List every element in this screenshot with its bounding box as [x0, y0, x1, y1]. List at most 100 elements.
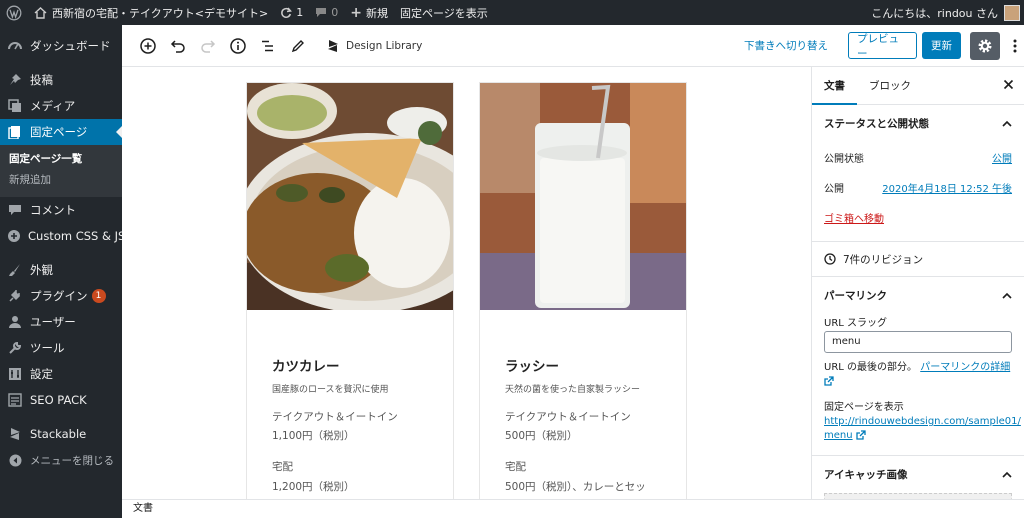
card-line[interactable]: テイクアウト＆イートイン	[272, 409, 398, 424]
new-content-link[interactable]: + 新規	[344, 0, 394, 25]
publish-date-link[interactable]: 2020年4月18日 12:52 午後	[882, 180, 1012, 195]
card-title[interactable]: ラッシー	[505, 355, 559, 375]
permalink-detail-link[interactable]: パーマリンクの詳細	[920, 362, 1010, 373]
plus-icon: +	[350, 4, 362, 21]
design-library-button[interactable]: Design Library	[327, 39, 422, 53]
more-options-icon[interactable]	[1006, 39, 1024, 53]
home-icon	[34, 6, 47, 19]
lassi-photo	[480, 83, 686, 310]
settings-toggle-button[interactable]	[970, 31, 1000, 60]
admin-sidebar: ダッシュボード 投稿 メディア 固定ページ 固定ページ一覧 新規追加 コメント …	[0, 25, 126, 518]
tab-block[interactable]: ブロック	[857, 67, 923, 105]
comments-link[interactable]: 0	[309, 0, 344, 25]
page-url-link-tail[interactable]: menu	[824, 430, 853, 441]
card-line[interactable]: 1,200円（税別）	[272, 479, 355, 494]
permalink-panel-header[interactable]: パーマリンク	[812, 277, 1024, 314]
avatar[interactable]	[1004, 4, 1020, 21]
menu-label: ツール	[30, 341, 65, 355]
menu-appearance[interactable]: 外観	[0, 257, 122, 283]
new-label: 新規	[365, 6, 388, 20]
switch-to-draft-button[interactable]: 下書きへ切り替え	[744, 38, 828, 53]
page-url: http://rindouwebdesign.com/sample01/ men…	[812, 415, 1024, 443]
menu-label: SEO PACK	[30, 393, 87, 407]
menu-plugins[interactable]: プラグイン 1	[0, 283, 122, 309]
status-panel-header[interactable]: ステータスと公開状態	[812, 105, 1024, 142]
updates-link[interactable]: 1	[274, 0, 309, 25]
updates-icon	[280, 7, 293, 19]
menu-label: プラグイン	[30, 289, 88, 303]
page-url-link[interactable]: http://rindouwebdesign.com/sample01/	[824, 416, 1021, 427]
close-icon[interactable]	[1003, 79, 1014, 90]
move-to-trash-link[interactable]: ゴミ箱へ移動	[824, 210, 884, 225]
menu-settings[interactable]: 設定	[0, 361, 122, 387]
site-name-link[interactable]: 西新宿の宅配・テイクアウト<デモサイト>	[28, 0, 274, 25]
view-page-label: 固定ページを表示	[399, 6, 488, 20]
card-title[interactable]: カツカレー	[272, 355, 340, 375]
redo-icon[interactable]	[193, 31, 223, 61]
add-block-icon[interactable]	[133, 31, 163, 61]
menu-comments[interactable]: コメント	[0, 197, 122, 223]
menu-stackable[interactable]: Stackable	[0, 421, 122, 447]
external-link-icon[interactable]	[856, 430, 866, 440]
card-description[interactable]: 国産豚のロースを贅沢に使用	[272, 382, 389, 395]
featured-image-panel-header[interactable]: アイキャッチ画像	[812, 456, 1024, 493]
menu-label: Custom CSS & JS	[28, 229, 126, 243]
menu-collapse[interactable]: メニューを閉じる	[0, 447, 122, 473]
greeting[interactable]: こんにちは、rindou さん	[871, 5, 998, 21]
comment-bubble-icon	[315, 7, 327, 18]
url-note-text: URL の最後の部分。	[824, 362, 918, 373]
menu-users[interactable]: ユーザー	[0, 309, 122, 335]
wordpress-logo-icon[interactable]	[0, 0, 28, 25]
menu-custom-css-js[interactable]: Custom CSS & JS	[0, 223, 126, 249]
settings-tabs: 文書 ブロック	[812, 67, 1024, 105]
menu-label: 設定	[30, 367, 53, 381]
curry-photo	[247, 83, 453, 310]
card-line[interactable]: 1,100円（税別）	[272, 428, 355, 443]
info-icon[interactable]	[223, 31, 253, 61]
page-icon	[7, 124, 23, 140]
settings-icon	[7, 366, 23, 382]
revisions-label: 7件のリビジョン	[843, 253, 924, 266]
brush-icon	[7, 262, 23, 278]
collapse-icon	[7, 452, 23, 468]
url-slug-input[interactable]: menu	[824, 331, 1012, 353]
menu-posts[interactable]: 投稿	[0, 67, 122, 93]
gear-icon	[977, 38, 993, 54]
block-navigation-icon[interactable]	[253, 31, 283, 61]
menu-media[interactable]: メディア	[0, 93, 122, 119]
card-description[interactable]: 天然の菌を使った自家製ラッシー	[505, 382, 640, 395]
revisions-clock-icon	[824, 253, 836, 265]
view-page-link[interactable]: 固定ページを表示	[394, 0, 494, 25]
card-line[interactable]: 500円（税別）	[505, 428, 578, 443]
edit-pencil-icon[interactable]	[283, 31, 313, 61]
card-line[interactable]: 宅配	[272, 459, 293, 474]
menu-tools[interactable]: ツール	[0, 335, 122, 361]
menu-label: メディア	[30, 99, 76, 113]
menu-card-lassi[interactable]: ラッシー 天然の菌を使った自家製ラッシー テイクアウト＆イートイン 500円（税…	[479, 82, 687, 499]
revisions-link[interactable]: 7件のリビジョン	[812, 242, 1024, 276]
submenu-all-pages[interactable]: 固定ページ一覧	[0, 149, 122, 170]
menu-seo-pack[interactable]: SEO PACK	[0, 387, 122, 413]
card-line[interactable]: 500円（税別）、カレーとセッ	[505, 479, 646, 494]
breadcrumb-document[interactable]: 文書	[133, 503, 153, 514]
user-icon	[7, 314, 23, 330]
visibility-link[interactable]: 公開	[992, 150, 1012, 165]
submenu-add-new[interactable]: 新規追加	[0, 170, 122, 191]
menu-card-katsu-curry[interactable]: カツカレー 国産豚のロースを贅沢に使用 テイクアウト＆イートイン 1,100円（…	[246, 82, 454, 499]
url-slug-label: URL スラッグ	[824, 318, 888, 329]
dashboard-icon	[7, 38, 23, 54]
update-button[interactable]: 更新	[922, 32, 961, 59]
menu-pages[interactable]: 固定ページ	[0, 119, 122, 145]
preview-button[interactable]: プレビュー	[848, 32, 917, 60]
menu-dashboard[interactable]: ダッシュボード	[0, 33, 122, 59]
tab-document[interactable]: 文書	[812, 67, 857, 105]
external-link-icon[interactable]	[824, 376, 834, 386]
card-line[interactable]: テイクアウト＆イートイン	[505, 409, 631, 424]
publish-row: 公開 2020年4月18日 12:52 午後	[812, 172, 1024, 202]
undo-icon[interactable]	[163, 31, 193, 61]
menu-label: ダッシュボード	[30, 39, 111, 53]
comments-count: 0	[331, 6, 339, 19]
block-breadcrumb: 文書	[122, 499, 1024, 518]
admin-bar: 西新宿の宅配・テイクアウト<デモサイト> 1 0 + 新規 固定ページを表示 こ…	[0, 0, 1024, 25]
card-line[interactable]: 宅配	[505, 459, 526, 474]
